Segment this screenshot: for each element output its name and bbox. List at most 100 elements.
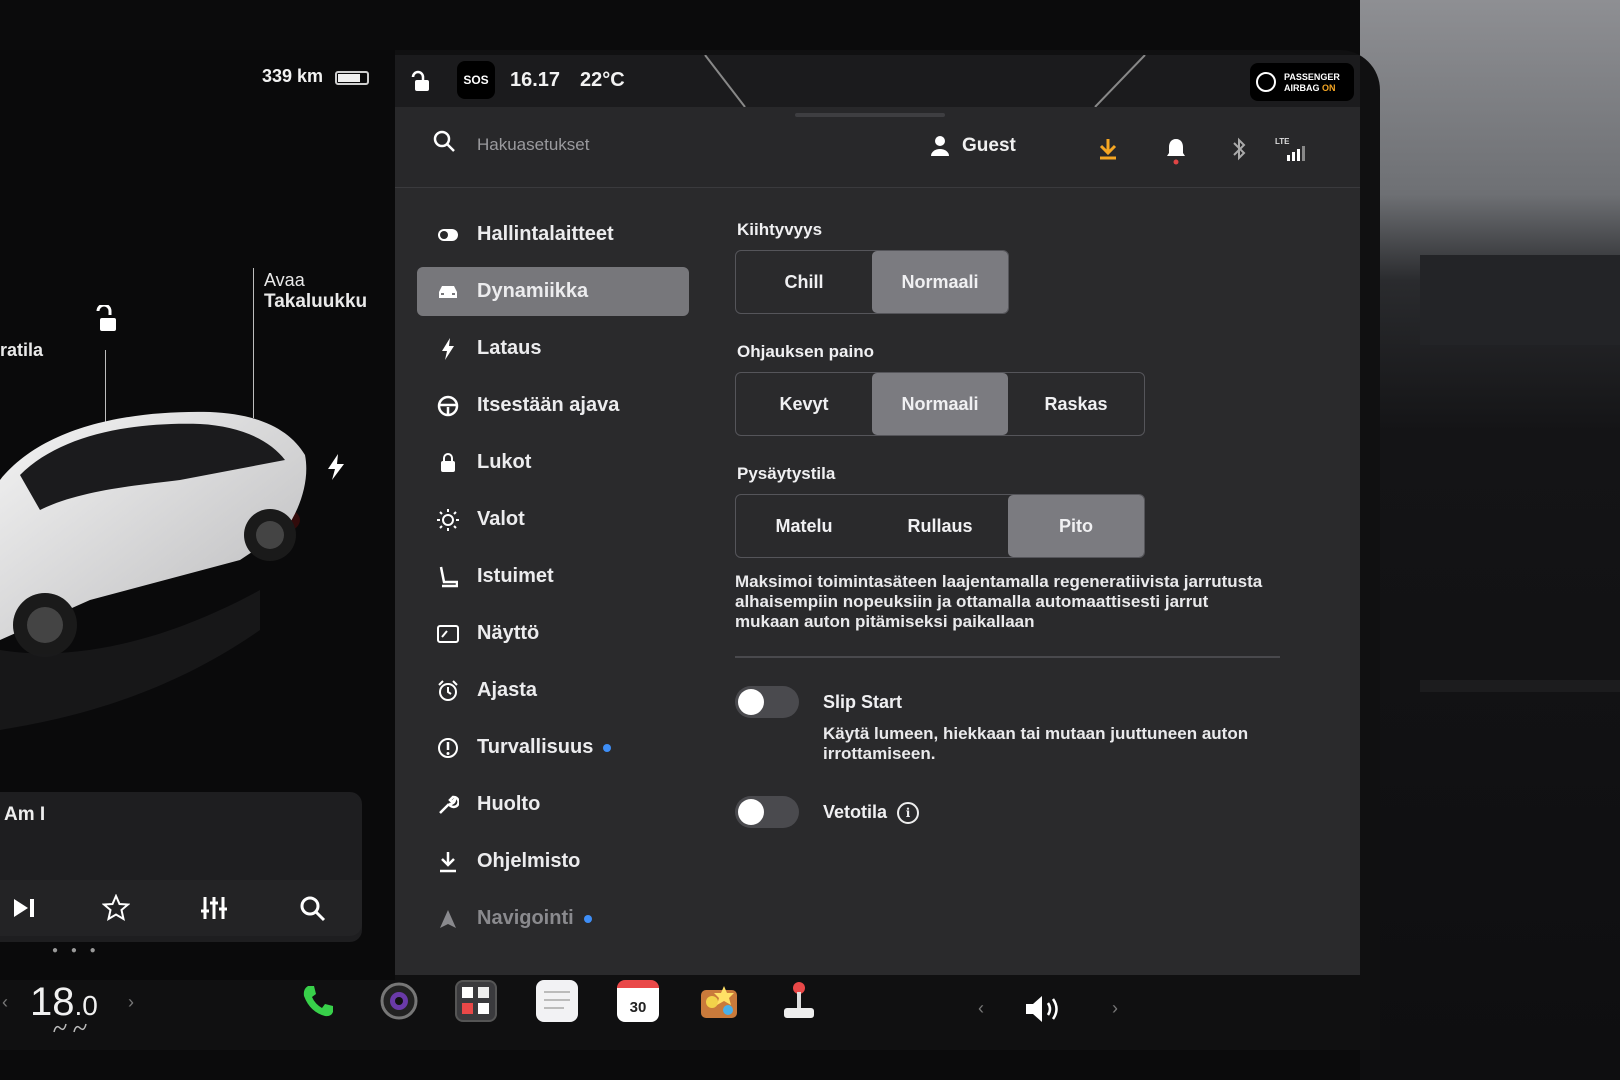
status-bar: SOS 16.17 22°C PASSENGER AIRBAG ON (395, 55, 1360, 107)
slip-start-row: Slip Start Käytä lumeen, hiekkaan tai mu… (735, 686, 1295, 796)
tow-mode-row: Vetotila i (735, 796, 1295, 886)
stopping-option-roll[interactable]: Rullaus (872, 495, 1008, 557)
drag-handle[interactable] (795, 113, 945, 117)
status-bar-decoration (704, 55, 1146, 107)
toybox-icon[interactable] (698, 980, 740, 1022)
favorite-star-icon[interactable] (98, 890, 134, 926)
apps-launcher-icon[interactable] (455, 980, 497, 1022)
settings-panel: SOS 16.17 22°C PASSENGER AIRBAG ON Guest (395, 55, 1360, 975)
new-badge (603, 743, 612, 752)
acceleration-selector: Chill Normaali (735, 250, 1009, 314)
dynamics-settings: Kiihtyvyys Chill Normaali Ohjauksen pain… (735, 220, 1295, 886)
tow-mode-toggle[interactable] (735, 796, 799, 828)
nav-item-autopilot[interactable]: Itsestään ajava (417, 381, 689, 430)
info-icon[interactable]: i (897, 802, 920, 825)
page-dots: ● ● ● (52, 945, 101, 956)
slip-start-label: Slip Start (823, 692, 903, 712)
steering-option-light[interactable]: Kevyt (736, 373, 872, 435)
profile-name: Guest (962, 135, 1016, 156)
door-lock-icon[interactable] (409, 69, 431, 93)
arcade-joystick-icon[interactable] (778, 980, 820, 1022)
navigation-icon (435, 906, 461, 932)
nav-item-seats[interactable]: Istuimet (417, 552, 689, 601)
outside-temperature: 22°C (580, 69, 625, 91)
volume-icon[interactable] (1024, 992, 1066, 1026)
steering-wheel-icon (435, 393, 461, 419)
steering-option-heavy[interactable]: Raskas (1008, 373, 1144, 435)
battery-icon (335, 71, 369, 85)
sun-icon (435, 507, 461, 533)
media-title: Am I (4, 804, 46, 825)
bluetooth-icon[interactable] (1231, 137, 1247, 161)
camera-icon[interactable] (378, 980, 420, 1022)
bolt-icon (435, 336, 461, 362)
stopping-mode-description: Maksimoi toimintasäteen laajentamalla re… (735, 572, 1263, 631)
frunk-label[interactable]: ratila (0, 340, 43, 361)
phone-icon[interactable] (298, 980, 340, 1022)
tow-mode-label: Vetotila (823, 802, 888, 822)
stopping-option-creep[interactable]: Matelu (736, 495, 872, 557)
nav-item-safety[interactable]: Turvallisuus (417, 723, 689, 772)
monitor-bezel (1360, 0, 1620, 1080)
bottom-dock (0, 975, 1380, 1055)
car-icon (435, 279, 461, 305)
nav-item-software[interactable]: Ohjelmisto (417, 837, 689, 886)
user-icon (931, 136, 949, 156)
temp-up-chevron-icon[interactable]: › (128, 992, 134, 1013)
nav-item-charging[interactable]: Lataus (417, 324, 689, 373)
sos-button[interactable]: SOS (457, 61, 495, 99)
acceleration-title: Kiihtyvyys (737, 220, 823, 239)
nav-item-controls[interactable]: Hallintalaitteet (417, 210, 689, 259)
tow-mode-label-wrap: Vetotila i (823, 802, 920, 825)
stopping-option-hold[interactable]: Pito (1008, 495, 1144, 557)
open-trunk-label[interactable]: Avaa Takaluukku (264, 270, 367, 313)
charge-port-icon[interactable] (326, 454, 346, 480)
acceleration-option-normal[interactable]: Normaali (872, 251, 1008, 313)
lock-icon (435, 450, 461, 476)
nav-item-schedule[interactable]: Ajasta (417, 666, 689, 715)
acceleration-option-chill[interactable]: Chill (736, 251, 872, 313)
nav-item-display[interactable]: Näyttö (417, 609, 689, 658)
settings-search-input[interactable] (475, 127, 779, 163)
cabin-temperature[interactable]: 18.0 (30, 980, 98, 1025)
settings-nav: Hallintalaitteet Dynamiikka Lataus Itses… (417, 210, 689, 951)
unlock-icon[interactable] (92, 305, 122, 335)
nav-item-locks[interactable]: Lukot (417, 438, 689, 487)
stopping-mode-selector: Matelu Rullaus Pito (735, 494, 1145, 558)
steering-selector: Kevyt Normaali Raskas (735, 372, 1145, 436)
alert-circle-icon (435, 735, 461, 761)
passenger-airbag-indicator: PASSENGER AIRBAG ON (1250, 63, 1354, 101)
calendar-icon[interactable]: 30 (617, 980, 659, 1022)
volume-up-chevron-icon[interactable]: › (1112, 998, 1118, 1019)
search-icon (433, 130, 455, 152)
stopping-mode-title: Pysäytystila (737, 464, 836, 483)
wrench-icon (435, 792, 461, 818)
download-icon (435, 849, 461, 875)
slip-start-description: Käytä lumeen, hiekkaan tai mutaan juuttu… (823, 724, 1249, 763)
nav-item-dynamics[interactable]: Dynamiikka (417, 267, 689, 316)
steering-option-normal[interactable]: Normaali (872, 373, 1008, 435)
notification-bell-icon[interactable] (1165, 137, 1187, 165)
airbag-icon (1256, 72, 1276, 92)
temp-down-chevron-icon[interactable]: ‹ (2, 992, 8, 1013)
profile-button[interactable]: Guest (930, 135, 1016, 157)
equalizer-icon[interactable] (196, 890, 232, 926)
battery-range: 339 km (262, 66, 324, 86)
steering-title: Ohjauksen paino (737, 342, 874, 361)
alarm-clock-icon (435, 678, 461, 704)
nav-item-lights[interactable]: Valot (417, 495, 689, 544)
toggle-icon (435, 222, 461, 248)
software-update-icon[interactable] (1097, 137, 1119, 161)
notes-icon[interactable] (536, 980, 578, 1022)
display-icon (435, 621, 461, 647)
nav-item-navigation[interactable]: Navigointi (417, 894, 689, 943)
volume-down-chevron-icon[interactable]: ‹ (978, 998, 984, 1019)
clock: 16.17 (510, 69, 561, 91)
divider (735, 656, 1280, 658)
slip-start-toggle[interactable] (735, 686, 799, 718)
seat-heater-icon[interactable] (52, 1022, 92, 1034)
car-image (0, 411, 307, 730)
media-search-icon[interactable] (294, 890, 330, 926)
next-track-icon[interactable] (6, 890, 42, 926)
nav-item-service[interactable]: Huolto (417, 780, 689, 829)
